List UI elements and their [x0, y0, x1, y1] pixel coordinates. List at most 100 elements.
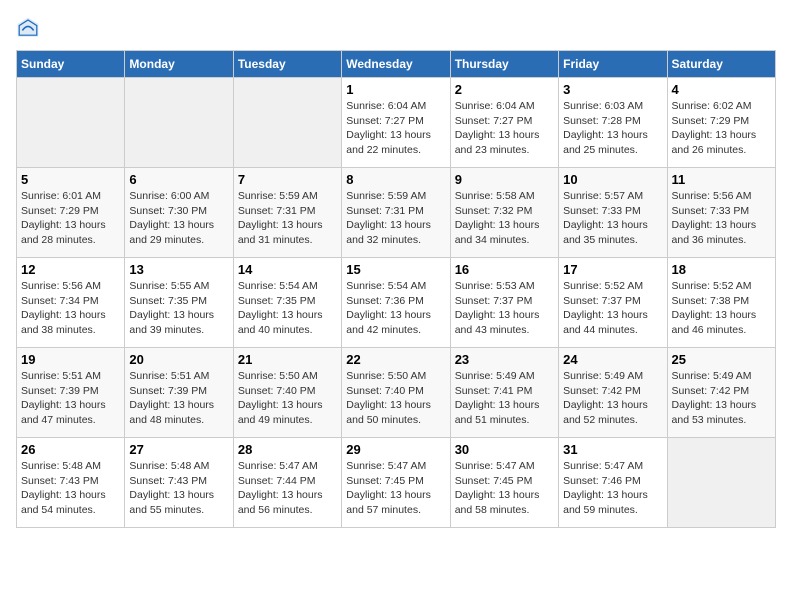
calendar-cell [233, 78, 341, 168]
calendar-cell: 19Sunrise: 5:51 AM Sunset: 7:39 PM Dayli… [17, 348, 125, 438]
day-info: Sunrise: 5:53 AM Sunset: 7:37 PM Dayligh… [455, 279, 554, 338]
day-number: 5 [21, 172, 120, 187]
day-number: 22 [346, 352, 445, 367]
calendar-cell: 31 Sunrise: 5:47 AM Sunset: 7:46 PM Dayli… [559, 438, 667, 528]
day-number: 10 [563, 172, 662, 187]
day-number: 24 [563, 352, 662, 367]
calendar-cell: 18 Sunrise: 5:52 AM Sunset: 7:38 PM Dayli… [667, 258, 775, 348]
day-number: 14 [238, 262, 337, 277]
calendar-cell: 5 Sunrise: 6:01 AM Sunset: 7:29 PM Daylig… [17, 168, 125, 258]
day-number: 2 [455, 82, 554, 97]
day-info: Sunrise: 5:49 AM Sunset: 7:41 PM Dayligh… [455, 369, 554, 428]
calendar-cell [17, 78, 125, 168]
calendar-week-1: 5 Sunrise: 6:01 AM Sunset: 7:29 PM Daylig… [17, 168, 776, 258]
day-number: 13 [129, 262, 228, 277]
calendar-cell: 28Sunrise: 5:47 AM Sunset: 7:44 PM Dayli… [233, 438, 341, 528]
day-info: Sunrise: 5:59 AM Sunset: 7:31 PM Dayligh… [238, 189, 337, 248]
day-info: Sunrise: 5:48 AM Sunset: 7:43 PM Dayligh… [129, 459, 228, 518]
calendar-cell: 8 Sunrise: 5:59 AM Sunset: 7:31 PM Daylig… [342, 168, 450, 258]
day-number: 17 [563, 262, 662, 277]
calendar-cell [667, 438, 775, 528]
day-info: Sunrise: 5:52 AM Sunset: 7:37 PM Dayligh… [563, 279, 662, 338]
header-cell-sunday: Sunday [17, 51, 125, 78]
page-header [16, 16, 776, 40]
day-number: 3 [563, 82, 662, 97]
logo [16, 16, 44, 40]
day-info: Sunrise: 5:56 AM Sunset: 7:33 PM Dayligh… [672, 189, 771, 248]
day-number: 16 [455, 262, 554, 277]
calendar-week-0: 1Sunrise: 6:04 AM Sunset: 7:27 PM Daylig… [17, 78, 776, 168]
calendar-cell: 17 Sunrise: 5:52 AM Sunset: 7:37 PM Dayli… [559, 258, 667, 348]
calendar-cell: 22Sunrise: 5:50 AM Sunset: 7:40 PM Dayli… [342, 348, 450, 438]
calendar-cell: 15 Sunrise: 5:54 AM Sunset: 7:36 PM Dayli… [342, 258, 450, 348]
calendar-cell: 4Sunrise: 6:02 AM Sunset: 7:29 PM Daylig… [667, 78, 775, 168]
calendar-cell: 2Sunrise: 6:04 AM Sunset: 7:27 PM Daylig… [450, 78, 558, 168]
day-info: Sunrise: 5:56 AM Sunset: 7:34 PM Dayligh… [21, 279, 120, 338]
day-number: 25 [672, 352, 771, 367]
header-cell-friday: Friday [559, 51, 667, 78]
calendar-cell: 7 Sunrise: 5:59 AM Sunset: 7:31 PM Daylig… [233, 168, 341, 258]
day-number: 23 [455, 352, 554, 367]
calendar-cell: 16 Sunrise: 5:53 AM Sunset: 7:37 PM Dayli… [450, 258, 558, 348]
calendar-cell: 21Sunrise: 5:50 AM Sunset: 7:40 PM Dayli… [233, 348, 341, 438]
day-number: 9 [455, 172, 554, 187]
calendar-cell: 9 Sunrise: 5:58 AM Sunset: 7:32 PM Daylig… [450, 168, 558, 258]
day-info: Sunrise: 5:47 AM Sunset: 7:45 PM Dayligh… [346, 459, 445, 518]
day-number: 6 [129, 172, 228, 187]
day-info: Sunrise: 5:47 AM Sunset: 7:46 PM Dayligh… [563, 459, 662, 518]
header-cell-tuesday: Tuesday [233, 51, 341, 78]
day-info: Sunrise: 5:55 AM Sunset: 7:35 PM Dayligh… [129, 279, 228, 338]
day-number: 11 [672, 172, 771, 187]
header-cell-saturday: Saturday [667, 51, 775, 78]
day-info: Sunrise: 6:01 AM Sunset: 7:29 PM Dayligh… [21, 189, 120, 248]
day-info: Sunrise: 6:00 AM Sunset: 7:30 PM Dayligh… [129, 189, 228, 248]
day-number: 4 [672, 82, 771, 97]
day-info: Sunrise: 5:49 AM Sunset: 7:42 PM Dayligh… [563, 369, 662, 428]
calendar-cell: 27Sunrise: 5:48 AM Sunset: 7:43 PM Dayli… [125, 438, 233, 528]
day-info: Sunrise: 5:48 AM Sunset: 7:43 PM Dayligh… [21, 459, 120, 518]
day-info: Sunrise: 5:57 AM Sunset: 7:33 PM Dayligh… [563, 189, 662, 248]
calendar-week-4: 26 Sunrise: 5:48 AM Sunset: 7:43 PM Dayli… [17, 438, 776, 528]
day-number: 28 [238, 442, 337, 457]
calendar-cell: 20 Sunrise: 5:51 AM Sunset: 7:39 PM Dayli… [125, 348, 233, 438]
day-number: 26 [21, 442, 120, 457]
calendar-week-3: 19Sunrise: 5:51 AM Sunset: 7:39 PM Dayli… [17, 348, 776, 438]
calendar-cell: 6 Sunrise: 6:00 AM Sunset: 7:30 PM Daylig… [125, 168, 233, 258]
calendar-cell: 3 Sunrise: 6:03 AM Sunset: 7:28 PM Daylig… [559, 78, 667, 168]
day-number: 8 [346, 172, 445, 187]
day-info: Sunrise: 5:51 AM Sunset: 7:39 PM Dayligh… [21, 369, 120, 428]
calendar-cell: 12 Sunrise: 5:56 AM Sunset: 7:34 PM Dayli… [17, 258, 125, 348]
day-info: Sunrise: 5:51 AM Sunset: 7:39 PM Dayligh… [129, 369, 228, 428]
calendar-cell [125, 78, 233, 168]
calendar-cell: 25Sunrise: 5:49 AM Sunset: 7:42 PM Dayli… [667, 348, 775, 438]
day-number: 20 [129, 352, 228, 367]
day-number: 31 [563, 442, 662, 457]
day-number: 1 [346, 82, 445, 97]
day-info: Sunrise: 5:50 AM Sunset: 7:40 PM Dayligh… [238, 369, 337, 428]
calendar-cell: 26 Sunrise: 5:48 AM Sunset: 7:43 PM Dayli… [17, 438, 125, 528]
day-number: 15 [346, 262, 445, 277]
header-cell-wednesday: Wednesday [342, 51, 450, 78]
calendar-cell: 10 Sunrise: 5:57 AM Sunset: 7:33 PM Dayli… [559, 168, 667, 258]
day-number: 29 [346, 442, 445, 457]
day-number: 7 [238, 172, 337, 187]
day-number: 12 [21, 262, 120, 277]
day-info: Sunrise: 5:59 AM Sunset: 7:31 PM Dayligh… [346, 189, 445, 248]
calendar-body: 1Sunrise: 6:04 AM Sunset: 7:27 PM Daylig… [17, 78, 776, 528]
day-info: Sunrise: 5:47 AM Sunset: 7:45 PM Dayligh… [455, 459, 554, 518]
calendar-table: SundayMondayTuesdayWednesdayThursdayFrid… [16, 50, 776, 528]
day-info: Sunrise: 5:54 AM Sunset: 7:35 PM Dayligh… [238, 279, 337, 338]
calendar-cell: 13 Sunrise: 5:55 AM Sunset: 7:35 PM Dayli… [125, 258, 233, 348]
day-number: 30 [455, 442, 554, 457]
calendar-week-2: 12 Sunrise: 5:56 AM Sunset: 7:34 PM Dayli… [17, 258, 776, 348]
day-number: 18 [672, 262, 771, 277]
calendar-cell: 1Sunrise: 6:04 AM Sunset: 7:27 PM Daylig… [342, 78, 450, 168]
day-info: Sunrise: 5:54 AM Sunset: 7:36 PM Dayligh… [346, 279, 445, 338]
day-info: Sunrise: 5:52 AM Sunset: 7:38 PM Dayligh… [672, 279, 771, 338]
day-info: Sunrise: 5:58 AM Sunset: 7:32 PM Dayligh… [455, 189, 554, 248]
calendar-header-row: SundayMondayTuesdayWednesdayThursdayFrid… [17, 51, 776, 78]
calendar-cell: 30 Sunrise: 5:47 AM Sunset: 7:45 PM Dayli… [450, 438, 558, 528]
day-info: Sunrise: 6:03 AM Sunset: 7:28 PM Dayligh… [563, 99, 662, 158]
calendar-cell: 29 Sunrise: 5:47 AM Sunset: 7:45 PM Dayli… [342, 438, 450, 528]
header-cell-thursday: Thursday [450, 51, 558, 78]
